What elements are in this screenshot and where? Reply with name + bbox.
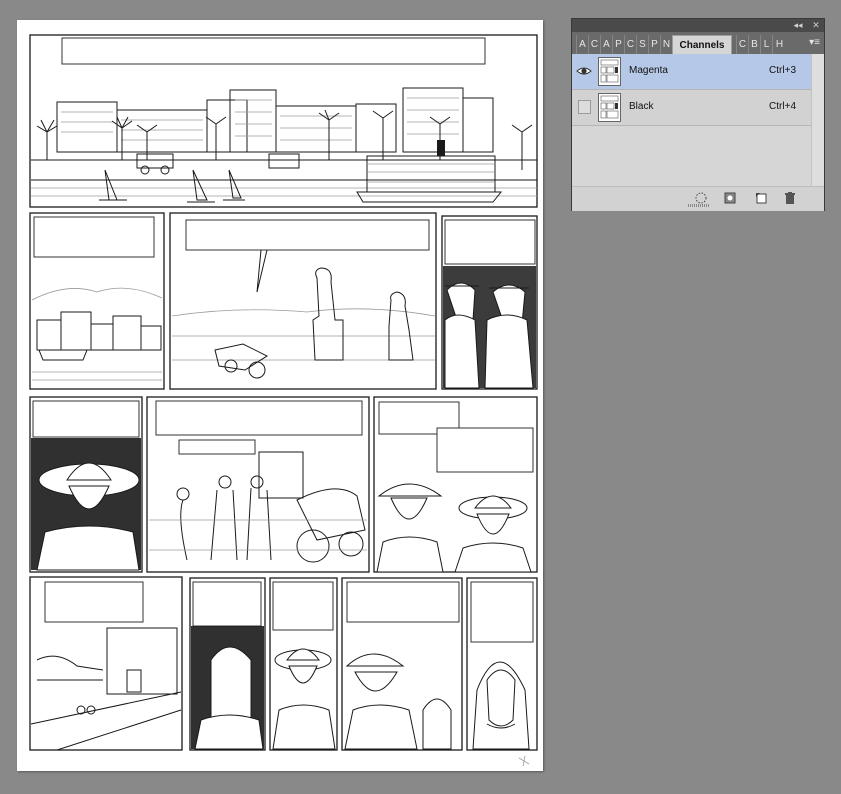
channel-list: Magenta Ctrl+3 Black Ctrl+4 — [572, 54, 824, 186]
panel-7-couple — [373, 396, 538, 573]
visibility-eye-icon[interactable] — [576, 63, 592, 79]
panel-6-street-group — [146, 396, 370, 573]
panel-1-hotel — [29, 34, 538, 208]
tab-c-2[interactable]: C — [624, 35, 636, 54]
panel-3-colossi — [169, 212, 437, 390]
panel-title-bar[interactable]: ◂◂ ✕ — [572, 19, 824, 32]
panel-tab-row: A C A P C S P N Channels C B L H ▾≡ — [572, 32, 824, 55]
tab-s[interactable]: S — [636, 35, 648, 54]
channel-row-black[interactable]: Black Ctrl+4 — [572, 90, 812, 126]
tab-c-1[interactable]: C — [588, 35, 600, 54]
channel-shortcut: Ctrl+4 — [769, 101, 796, 112]
visibility-toggle-empty[interactable] — [578, 100, 591, 114]
panel-10-woman — [269, 577, 338, 751]
tab-a-2[interactable]: A — [600, 35, 612, 54]
tab-channels[interactable]: Channels — [672, 35, 732, 54]
panel-12-woman-scarf — [466, 577, 538, 751]
channel-thumbnail — [598, 93, 621, 122]
channels-panel: ◂◂ ✕ A C A P C S P N Channels C B L H ▾≡… — [571, 18, 825, 211]
trash-icon[interactable] — [783, 191, 797, 205]
tab-c-3[interactable]: C — [736, 35, 748, 54]
panel-menu-icon[interactable]: ▾≡ — [809, 37, 820, 48]
panel-2-village — [29, 212, 165, 390]
channel-shortcut: Ctrl+3 — [769, 65, 796, 76]
panel-4-two-men — [441, 215, 538, 390]
tab-a-1[interactable]: A — [576, 35, 588, 54]
tab-p-2[interactable]: P — [648, 35, 660, 54]
panel-resize-grip[interactable] — [688, 204, 710, 207]
channel-name: Black — [629, 101, 654, 112]
tab-n[interactable]: N — [660, 35, 672, 54]
tab-b[interactable]: B — [748, 35, 760, 54]
channel-thumbnail — [598, 57, 621, 86]
document-canvas[interactable] — [17, 20, 543, 771]
load-selection-icon[interactable] — [694, 191, 708, 205]
panel-8-street — [29, 576, 183, 751]
channel-row-magenta[interactable]: Magenta Ctrl+3 — [572, 54, 812, 90]
panel-11-man-and-woman — [341, 577, 463, 751]
collapse-panel-button[interactable]: ◂◂ — [792, 19, 804, 32]
panel-5-woman-hat — [29, 396, 143, 573]
channel-name: Magenta — [629, 65, 668, 76]
close-panel-button[interactable]: ✕ — [810, 19, 822, 32]
tab-l[interactable]: L — [760, 35, 772, 54]
save-selection-icon[interactable] — [723, 191, 737, 205]
comic-page-artwork — [29, 34, 538, 767]
new-channel-icon[interactable] — [754, 191, 768, 205]
tab-p-1[interactable]: P — [612, 35, 624, 54]
tab-h[interactable]: H — [772, 35, 786, 54]
channel-list-scrollbar[interactable] — [811, 54, 824, 186]
panel-9-woman-headscarf — [189, 577, 266, 751]
panel-bottom-toolbar — [572, 186, 824, 211]
